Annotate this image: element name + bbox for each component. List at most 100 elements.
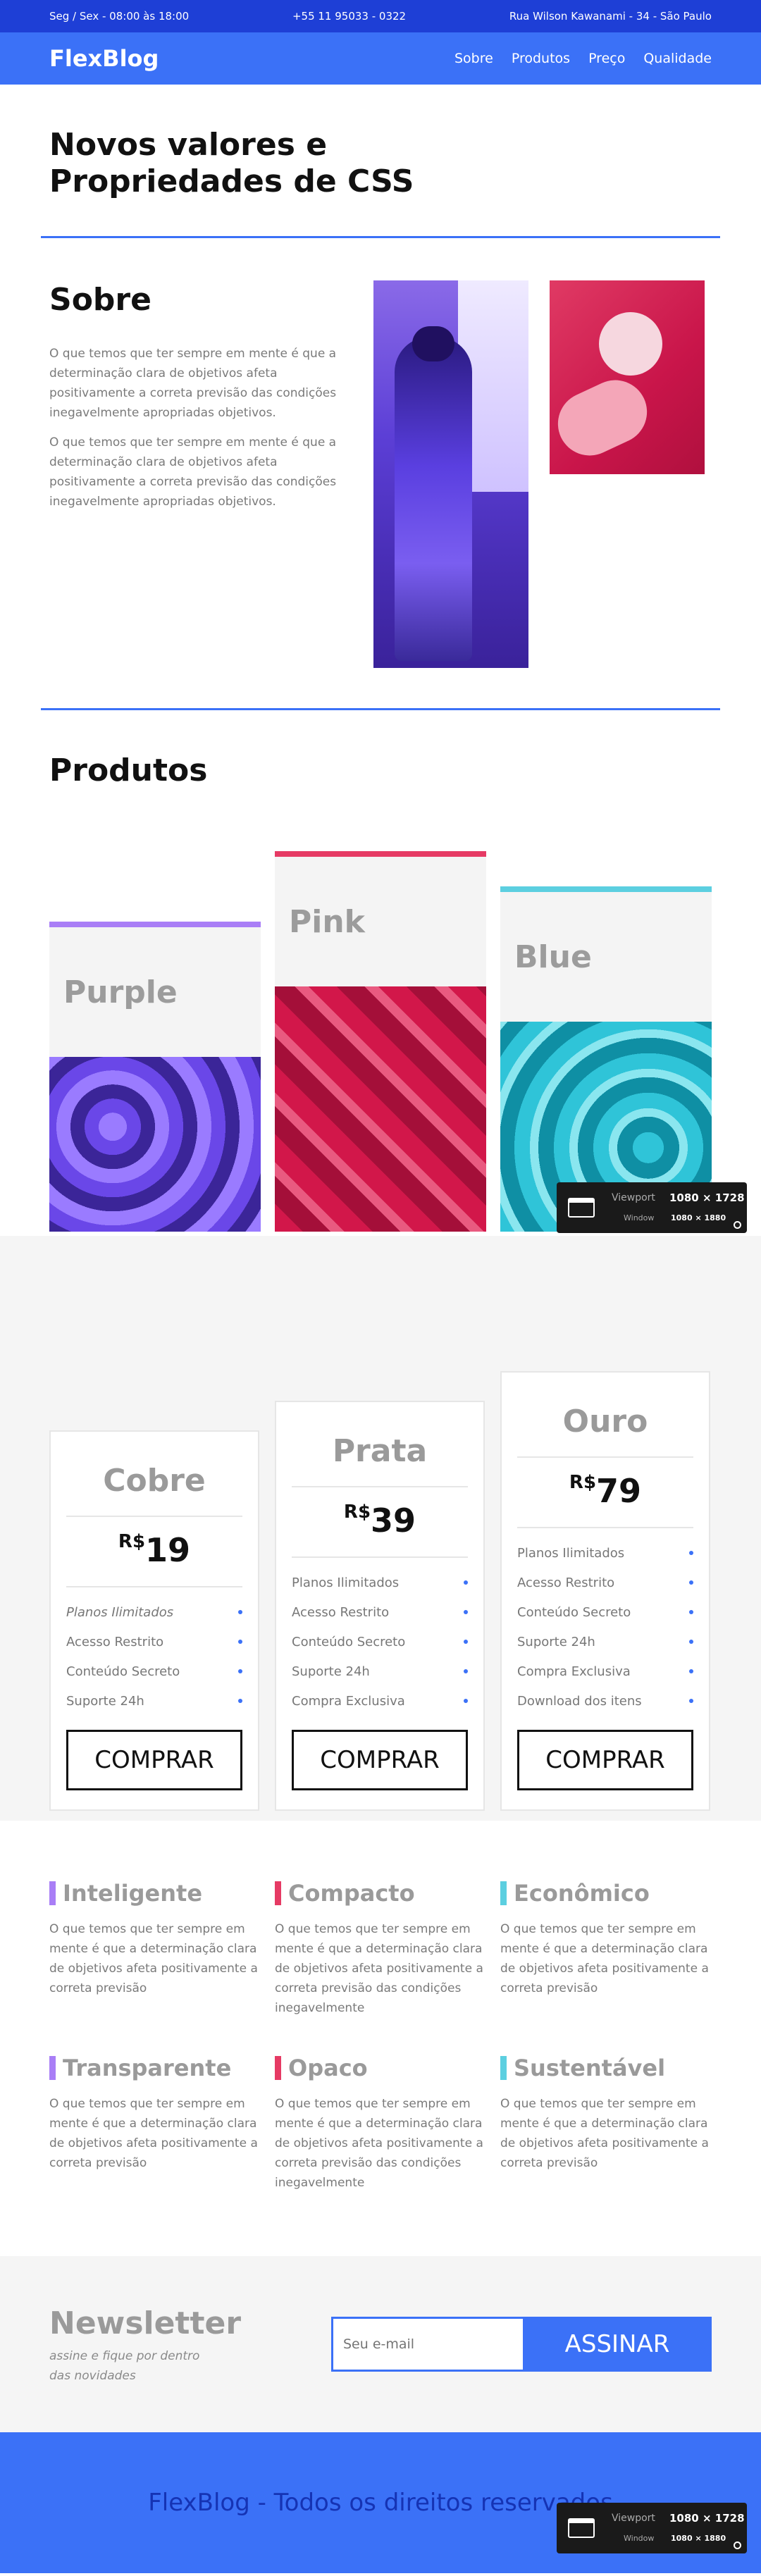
plan-feature: Planos Ilimitados xyxy=(292,1568,468,1597)
bullet-icon xyxy=(464,1699,468,1703)
feature-item: Econômico O que temos que ter sempre em … xyxy=(500,1880,712,1998)
bullet-icon xyxy=(464,1580,468,1585)
feature-text: O que temos que ter sempre em mente é qu… xyxy=(49,1922,258,1995)
email-input[interactable] xyxy=(331,2317,523,2372)
window-value: 1080 × 1880 xyxy=(671,1213,726,1222)
intro-section: Novos valores e Propriedades de CSS xyxy=(0,85,761,238)
pricing-card-cobre: Cobre R$19 Planos Ilimitados Acesso Rest… xyxy=(49,1430,259,1811)
window-label: Window xyxy=(624,1213,655,1222)
feature-text: O que temos que ter sempre em mente é qu… xyxy=(275,2097,483,2190)
feature-title: Transparente xyxy=(63,2055,232,2081)
buy-button[interactable]: COMPRAR xyxy=(517,1730,693,1790)
feature-title: Econômico xyxy=(514,1880,650,1907)
main-nav: Sobre Produtos Preço Qualidade xyxy=(454,51,712,66)
product-card-purple[interactable]: Purple xyxy=(49,922,261,1232)
address: Rua Wilson Kawanami - 34 - São Paulo xyxy=(509,10,712,23)
product-color-bar xyxy=(275,851,486,857)
buy-button[interactable]: COMPRAR xyxy=(66,1730,242,1790)
bullet-icon xyxy=(464,1640,468,1644)
plan-feature-list: Planos Ilimitados Acesso Restrito Conteú… xyxy=(66,1597,242,1716)
bullet-icon xyxy=(689,1610,693,1614)
product-card-blue[interactable]: Blue xyxy=(500,886,712,1232)
brand-logo[interactable]: FlexBlog xyxy=(49,45,159,72)
feature-item: Transparente O que temos que ter sempre … xyxy=(49,2055,261,2173)
divider xyxy=(517,1456,693,1458)
about-paragraph: O que temos que ter sempre em mente é qu… xyxy=(49,347,337,420)
bullet-icon xyxy=(238,1640,242,1644)
plan-price: R$19 xyxy=(118,1531,191,1569)
plan-feature: Acesso Restrito xyxy=(292,1597,468,1627)
newsletter-title: Newsletter xyxy=(49,2305,242,2341)
plan-feature: Conteúdo Secreto xyxy=(66,1657,242,1686)
nav-link-sobre[interactable]: Sobre xyxy=(454,51,493,66)
product-name: Blue xyxy=(514,939,592,975)
feature-item: Compacto O que temos que ter sempre em m… xyxy=(275,1880,486,2018)
viewport-label: Viewport xyxy=(612,1192,655,1203)
site-header: FlexBlog Sobre Produtos Preço Qualidade xyxy=(0,32,761,85)
accent-bar-icon xyxy=(500,2056,507,2080)
buy-button[interactable]: COMPRAR xyxy=(292,1730,468,1790)
settings-circle-icon[interactable] xyxy=(734,1221,741,1229)
plan-name: Ouro xyxy=(562,1404,648,1439)
viewport-value: 1080 × 1728 xyxy=(669,1191,745,1204)
page-title: Novos valores e Propriedades de CSS xyxy=(49,127,414,199)
feature-title: Opaco xyxy=(288,2055,368,2081)
plan-feature: Planos Ilimitados xyxy=(517,1538,693,1568)
accent-bar-icon xyxy=(49,1881,56,1905)
bullet-icon xyxy=(464,1669,468,1673)
product-image xyxy=(49,1057,261,1232)
subscribe-button[interactable]: ASSINAR xyxy=(523,2317,712,2372)
product-name: Purple xyxy=(63,974,178,1010)
viewport-value: 1080 × 1728 xyxy=(669,2512,745,2525)
woman-at-window-image xyxy=(373,280,528,668)
nav-link-produtos[interactable]: Produtos xyxy=(512,51,570,66)
feature-text: O que temos que ter sempre em mente é qu… xyxy=(275,1922,483,2015)
nav-link-qualidade[interactable]: Qualidade xyxy=(643,51,712,66)
bullet-icon xyxy=(238,1669,242,1673)
window-label: Window xyxy=(624,2534,655,2543)
plan-feature-list: Planos Ilimitados Acesso Restrito Conteú… xyxy=(517,1538,693,1716)
features-section: Inteligente O que temos que ter sempre e… xyxy=(0,1821,761,2256)
feature-item: Sustentável O que temos que ter sempre e… xyxy=(500,2055,712,2173)
hands-with-plate-image xyxy=(550,280,705,474)
window-icon xyxy=(568,2518,595,2538)
product-name: Pink xyxy=(289,904,365,940)
plan-price: R$39 xyxy=(343,1501,416,1540)
plan-feature: Compra Exclusiva xyxy=(292,1686,468,1716)
bullet-icon xyxy=(689,1640,693,1644)
plan-feature: Conteúdo Secreto xyxy=(292,1627,468,1657)
plan-price: R$79 xyxy=(569,1472,642,1510)
viewport-label: Viewport xyxy=(612,2513,655,2524)
bullet-icon xyxy=(464,1610,468,1614)
pricing-section: Cobre R$19 Planos Ilimitados Acesso Rest… xyxy=(0,1236,761,1821)
bullet-icon xyxy=(689,1551,693,1555)
product-card-pink[interactable]: Pink xyxy=(275,851,486,1232)
products-title: Produtos xyxy=(49,753,208,788)
phone-number: +55 11 95033 - 0322 xyxy=(292,10,407,23)
plan-feature: Suporte 24h xyxy=(66,1686,242,1716)
feature-item: Inteligente O que temos que ter sempre e… xyxy=(49,1880,261,1998)
product-color-bar xyxy=(500,886,712,892)
pricing-card-ouro: Ouro R$79 Planos Ilimitados Acesso Restr… xyxy=(500,1371,710,1811)
about-title: Sobre xyxy=(49,282,151,318)
plan-feature-list: Planos Ilimitados Acesso Restrito Conteú… xyxy=(292,1568,468,1716)
viewport-size-widget[interactable]: Viewport 1080 × 1728 Window 1080 × 1880 xyxy=(557,2503,747,2553)
plan-feature: Acesso Restrito xyxy=(517,1568,693,1597)
divider xyxy=(292,1556,468,1558)
accent-bar-icon xyxy=(49,2056,56,2080)
plan-feature: Planos Ilimitados xyxy=(66,1597,242,1627)
accent-bar-icon xyxy=(275,1881,281,1905)
divider xyxy=(66,1586,242,1587)
nav-link-preco[interactable]: Preço xyxy=(588,51,625,66)
plan-feature: Compra Exclusiva xyxy=(517,1657,693,1686)
settings-circle-icon[interactable] xyxy=(734,2541,741,2549)
divider xyxy=(292,1486,468,1487)
plan-name: Cobre xyxy=(103,1463,206,1499)
feature-text: O que temos que ter sempre em mente é qu… xyxy=(500,1922,709,1995)
newsletter-section: Newsletter assine e fique por dentro das… xyxy=(0,2256,761,2432)
bullet-icon xyxy=(238,1699,242,1703)
viewport-size-widget[interactable]: Viewport 1080 × 1728 Window 1080 × 1880 xyxy=(557,1182,747,1233)
site-footer: FlexBlog - Todos os direitos reservados … xyxy=(0,2432,761,2573)
window-value: 1080 × 1880 xyxy=(671,2534,726,2543)
bullet-icon xyxy=(238,1610,242,1614)
